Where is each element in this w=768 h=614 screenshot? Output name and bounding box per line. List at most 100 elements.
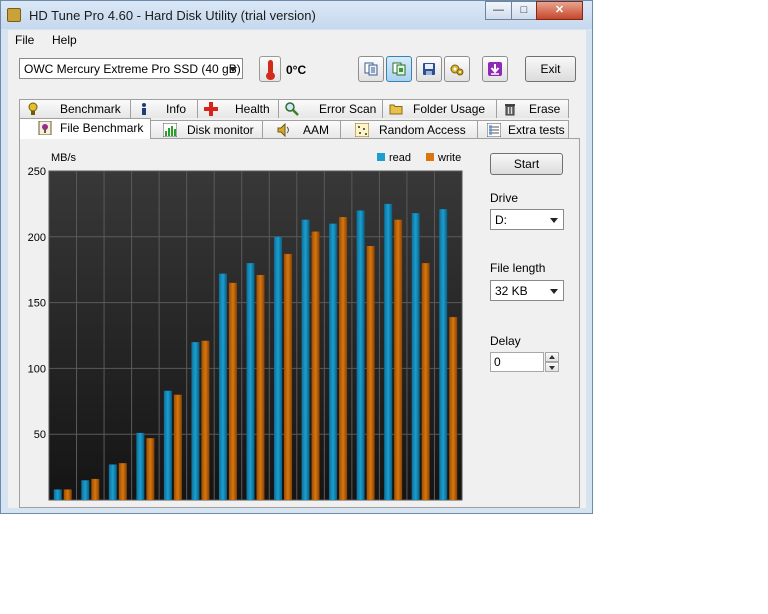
- menu-bar: File Help: [8, 30, 586, 50]
- benchmark-icon: [26, 102, 40, 116]
- copy-screenshot-button[interactable]: [386, 56, 412, 82]
- legend-label: write: [437, 152, 461, 164]
- bar-write: [118, 463, 127, 500]
- app-icon: [7, 8, 21, 22]
- drive-select-value: OWC Mercury Extreme Pro SSD (40 gB): [24, 62, 241, 76]
- bar-write: [339, 217, 348, 500]
- tab-folder-usage[interactable]: Folder Usage: [382, 99, 497, 118]
- tab-label: Folder Usage: [413, 102, 486, 116]
- tab-label: Error Scan: [319, 102, 377, 116]
- copy-info-button[interactable]: [358, 56, 384, 82]
- bar-read: [274, 236, 283, 501]
- tab-label: Health: [235, 102, 270, 116]
- bar-write: [421, 263, 430, 500]
- start-button[interactable]: Start: [490, 153, 563, 175]
- options-icon: [450, 62, 464, 76]
- tab-disk-monitor[interactable]: Disk monitor: [150, 120, 263, 139]
- y-tick-label: 50: [34, 429, 46, 441]
- delay-spin-up[interactable]: [545, 352, 559, 362]
- file-benchmark-panel: 50100150200250MB/sreadwrite0.51248163264…: [19, 138, 580, 508]
- bar-read: [411, 213, 420, 500]
- bar-write: [91, 478, 100, 500]
- tab-extra-tests[interactable]: Extra tests: [477, 120, 569, 139]
- bar-read: [439, 209, 448, 500]
- disk-monitor-icon: [162, 122, 178, 138]
- delay-input[interactable]: 0: [490, 352, 544, 372]
- bar-read: [356, 210, 365, 500]
- bar-read: [108, 464, 117, 500]
- download-icon: [488, 62, 502, 76]
- options-button[interactable]: [444, 56, 470, 82]
- save-button[interactable]: [416, 56, 442, 82]
- y-tick-label: 250: [28, 166, 46, 178]
- delay-spin-down[interactable]: [545, 362, 559, 372]
- random-access-icon: [354, 122, 370, 138]
- tab-label: Erase: [529, 102, 561, 116]
- maximize-button[interactable]: □: [511, 1, 537, 20]
- chevron-down-icon: [549, 366, 555, 370]
- trash-icon: [503, 102, 517, 116]
- tab-label: Disk monitor: [187, 123, 254, 137]
- title-bar[interactable]: HD Tune Pro 4.60 - Hard Disk Utility (tr…: [1, 1, 592, 29]
- tab-label: File Benchmark: [60, 121, 144, 135]
- file-length-combo[interactable]: 32 KB: [490, 280, 564, 301]
- close-button[interactable]: ✕: [536, 1, 583, 20]
- minimize-icon: —: [493, 4, 504, 16]
- extra-tests-icon: [486, 122, 502, 138]
- drive-combo[interactable]: D:: [490, 209, 564, 230]
- tab-label: Extra tests: [508, 123, 565, 137]
- legend-label: read: [389, 152, 411, 164]
- bar-write: [449, 317, 458, 500]
- minimize-button[interactable]: —: [485, 1, 512, 20]
- delay-label: Delay: [490, 334, 521, 348]
- bar-write: [228, 282, 237, 500]
- y-tick-label: 100: [28, 363, 46, 375]
- speaker-icon: [277, 122, 291, 138]
- tab-error-scan[interactable]: Error Scan: [278, 99, 383, 118]
- health-cross-icon: [204, 102, 218, 116]
- chevron-down-icon: [550, 218, 558, 223]
- menu-file[interactable]: File: [15, 33, 34, 47]
- bar-write: [201, 340, 210, 500]
- copy-info-icon: [364, 62, 378, 76]
- info-icon: [137, 102, 151, 116]
- tab-label: Benchmark: [60, 102, 121, 116]
- file-length-value: 32 KB: [495, 284, 528, 298]
- bar-read: [246, 263, 255, 500]
- file-benchmark-icon: [38, 120, 52, 136]
- bar-read: [191, 342, 200, 500]
- tab-random-access[interactable]: Random Access: [340, 120, 478, 139]
- tab-info[interactable]: Info: [130, 99, 198, 118]
- app-window: HD Tune Pro 4.60 - Hard Disk Utility (tr…: [0, 0, 593, 514]
- bar-read: [136, 432, 145, 500]
- tab-file-benchmark[interactable]: File Benchmark: [19, 118, 151, 139]
- menu-help[interactable]: Help: [52, 33, 77, 47]
- exit-button[interactable]: Exit: [525, 56, 576, 82]
- bar-write: [366, 246, 375, 500]
- download-button[interactable]: [482, 56, 508, 82]
- folder-icon: [389, 102, 403, 116]
- file-length-label: File length: [490, 261, 546, 275]
- bar-write: [394, 219, 403, 500]
- delay-value: 0: [494, 355, 501, 369]
- tab-erase[interactable]: Erase: [496, 99, 569, 118]
- bar-read: [163, 390, 172, 500]
- temperature-value: 0°C: [286, 63, 307, 77]
- bar-write: [256, 274, 265, 500]
- thermometer-icon: [259, 56, 281, 82]
- bar-write: [173, 394, 182, 500]
- copy-screenshot-icon: [392, 62, 406, 76]
- benchmark-chart: 50100150200250MB/sreadwrite0.51248163264…: [28, 152, 463, 501]
- close-icon: ✕: [554, 4, 565, 16]
- tab-health[interactable]: Health: [197, 99, 279, 118]
- window-title: HD Tune Pro 4.60 - Hard Disk Utility (tr…: [29, 8, 316, 23]
- drive-select[interactable]: OWC Mercury Extreme Pro SSD (40 gB): [19, 58, 243, 79]
- legend-swatch: [377, 153, 385, 161]
- bar-write: [63, 489, 72, 500]
- magnifier-icon: [285, 102, 299, 116]
- tab-aam[interactable]: AAM: [262, 120, 341, 139]
- bar-read: [81, 480, 90, 500]
- bar-read: [384, 203, 393, 500]
- chevron-down-icon: [550, 289, 558, 294]
- tab-benchmark[interactable]: Benchmark: [19, 99, 131, 118]
